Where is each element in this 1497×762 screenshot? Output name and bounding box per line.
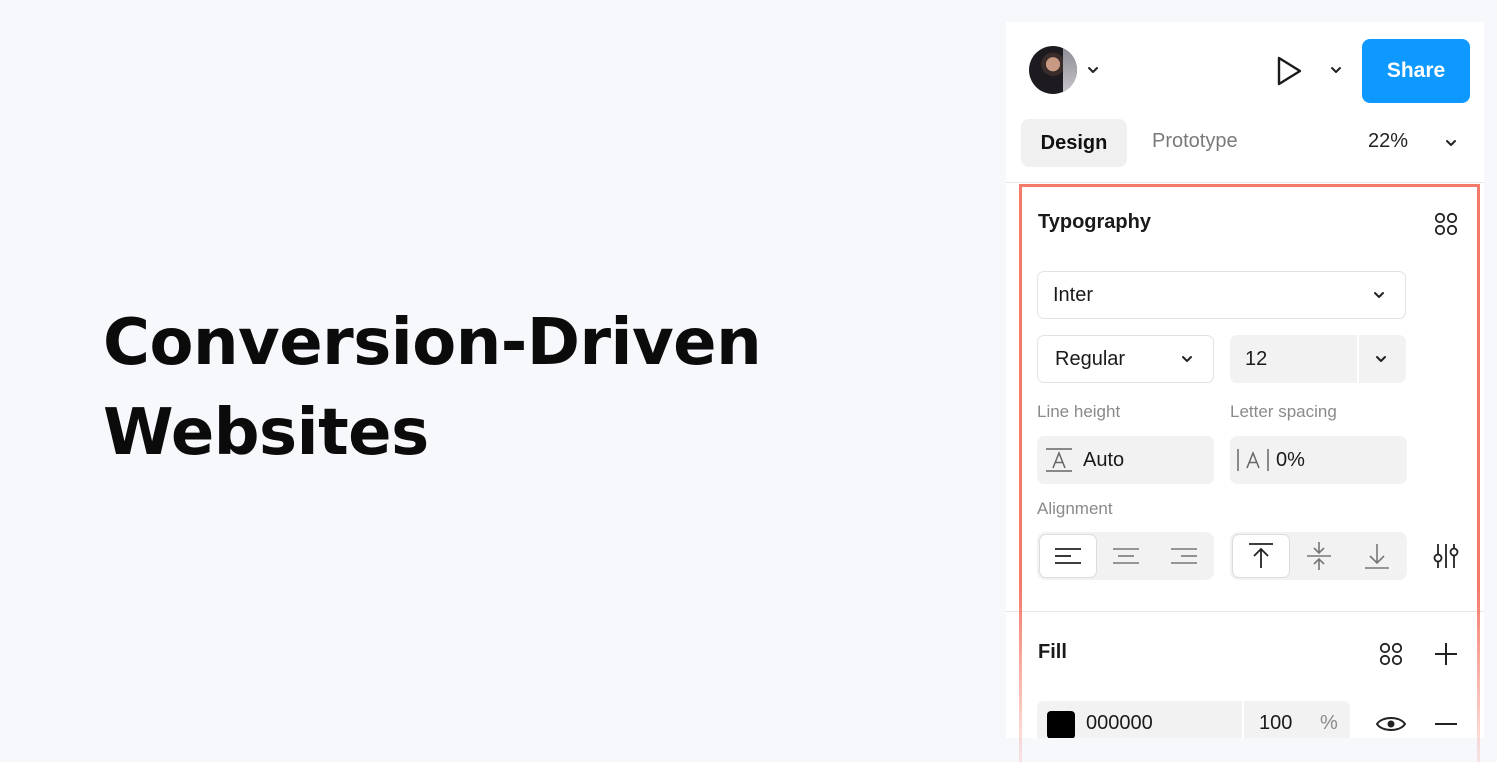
fill-hex-input[interactable]: 000000 xyxy=(1086,712,1153,735)
align-top-button[interactable] xyxy=(1232,534,1290,578)
typography-title: Typography xyxy=(1038,211,1151,233)
font-family-value: Inter xyxy=(1053,283,1094,306)
headline-line-2: Websites xyxy=(103,396,429,470)
tab-design[interactable]: Design xyxy=(1021,119,1127,167)
zoom-level[interactable]: 22% xyxy=(1368,130,1408,153)
line-height-icon xyxy=(1046,448,1072,472)
remove-fill-icon[interactable] xyxy=(1433,712,1459,736)
align-left-icon xyxy=(1055,548,1081,564)
header-divider xyxy=(1006,182,1484,183)
play-icon[interactable] xyxy=(1274,54,1304,88)
font-weight-value: Regular xyxy=(1055,347,1126,370)
align-center-icon xyxy=(1113,548,1139,564)
fill-opacity-input[interactable]: 100 xyxy=(1259,712,1292,735)
eye-icon[interactable] xyxy=(1375,712,1407,736)
vertical-align-group xyxy=(1230,532,1407,580)
panel-bottom-fade xyxy=(1006,738,1497,762)
align-middle-button[interactable] xyxy=(1290,532,1348,580)
align-middle-icon xyxy=(1307,542,1331,570)
font-size-chevron-down-icon[interactable] xyxy=(1374,353,1388,365)
font-family-select[interactable]: Inter xyxy=(1037,271,1406,319)
font-family-chevron-down-icon[interactable] xyxy=(1372,289,1386,301)
align-top-icon xyxy=(1249,543,1273,568)
tab-prototype[interactable]: Prototype xyxy=(1152,130,1238,153)
letter-spacing-value: 0% xyxy=(1276,448,1305,471)
fill-separator xyxy=(1242,701,1244,740)
design-panel: Share Design Prototype 22% Typography In… xyxy=(1006,22,1484,740)
fill-styles-icon[interactable] xyxy=(1378,641,1404,667)
horizontal-align-group xyxy=(1037,532,1214,580)
section-divider xyxy=(1006,611,1484,612)
align-center-button[interactable] xyxy=(1097,532,1155,580)
share-button[interactable]: Share xyxy=(1362,39,1470,103)
line-height-label: Line height xyxy=(1037,402,1121,421)
type-settings-icon[interactable] xyxy=(1432,542,1460,570)
zoom-chevron-down-icon[interactable] xyxy=(1444,137,1458,149)
font-weight-chevron-down-icon[interactable] xyxy=(1180,353,1194,365)
font-size-value: 12 xyxy=(1245,347,1268,370)
fill-opacity-unit: % xyxy=(1320,712,1338,734)
add-fill-icon[interactable] xyxy=(1433,641,1459,667)
align-left-button[interactable] xyxy=(1039,534,1097,578)
letter-spacing-label: Letter spacing xyxy=(1230,402,1337,421)
align-bottom-icon xyxy=(1365,544,1389,569)
letter-spacing-icon xyxy=(1237,449,1269,471)
align-right-button[interactable] xyxy=(1155,532,1213,580)
play-chevron-down-icon[interactable] xyxy=(1329,64,1343,76)
alignment-label: Alignment xyxy=(1037,499,1113,518)
fill-color-row[interactable] xyxy=(1037,701,1350,740)
align-right-icon xyxy=(1171,548,1197,564)
line-height-value: Auto xyxy=(1083,448,1125,471)
fill-color-swatch[interactable] xyxy=(1047,711,1075,739)
font-size-separator xyxy=(1357,335,1359,383)
fill-title: Fill xyxy=(1038,641,1067,663)
text-styles-icon[interactable] xyxy=(1433,211,1459,237)
user-avatar[interactable] xyxy=(1029,46,1077,94)
headline-line-1: Conversion-Driven xyxy=(103,306,762,380)
hero-headline: Conversion-Driven Websites xyxy=(103,298,762,478)
align-bottom-button[interactable] xyxy=(1348,532,1406,580)
avatar-chevron-down-icon[interactable] xyxy=(1086,64,1100,76)
